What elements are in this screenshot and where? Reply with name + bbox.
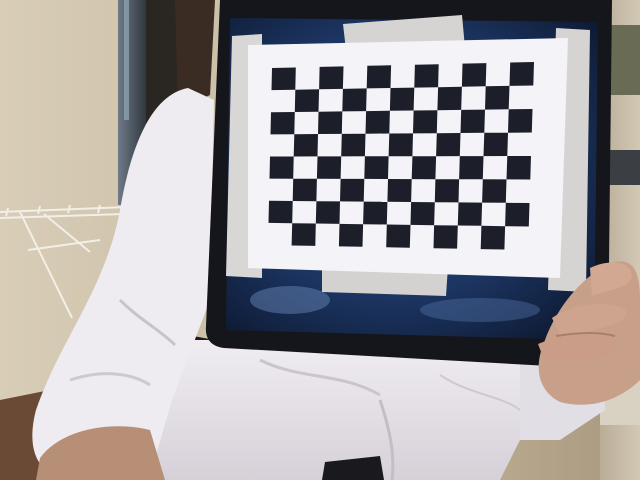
checker-square: [509, 62, 534, 86]
checker-square: [485, 85, 510, 110]
checker-square: [433, 225, 458, 249]
checker-square: [270, 112, 295, 135]
checker-square: [460, 109, 485, 133]
checker-square: [483, 132, 508, 157]
checker-square: [319, 66, 344, 90]
checker-square: [410, 202, 435, 226]
checker-square: [364, 156, 389, 179]
checker-square: [389, 87, 415, 111]
checker-square: [457, 202, 483, 226]
checker-square: [293, 134, 318, 157]
checker-square: [366, 65, 392, 89]
checker-square: [508, 109, 533, 133]
checker-square: [480, 225, 506, 250]
checker-square: [411, 156, 437, 180]
checker-square: [292, 178, 317, 202]
checker-square: [269, 156, 294, 179]
checker-square: [506, 156, 531, 180]
checker-square: [459, 156, 484, 180]
checker-square: [437, 86, 462, 111]
checker-square: [365, 110, 390, 134]
checker-square: [505, 202, 530, 227]
screen-glare-2: [420, 298, 540, 322]
checker-square: [413, 110, 438, 134]
photo-canvas: [0, 0, 640, 480]
checker-square: [482, 179, 507, 203]
checker-square: [461, 63, 487, 87]
checker-square: [291, 223, 316, 246]
checker-square: [340, 178, 365, 202]
screen-glare: [250, 286, 330, 314]
checker-square: [271, 67, 296, 91]
checker-square: [414, 64, 439, 88]
right-object: [608, 150, 640, 185]
checker-square: [341, 133, 366, 157]
checker-square: [315, 201, 340, 224]
checker-square: [318, 111, 343, 134]
checker-square: [387, 179, 412, 202]
checker-square: [363, 201, 388, 225]
checker-square: [342, 88, 367, 112]
right-shelf-items: [610, 25, 640, 95]
checker-square: [434, 179, 460, 203]
checker-square: [388, 133, 413, 157]
checker-square: [268, 200, 293, 224]
checker-square: [338, 223, 364, 247]
tablet: [205, 0, 612, 368]
checker-square: [316, 156, 342, 179]
checker-square: [386, 224, 411, 248]
checker-square: [436, 133, 461, 157]
webcam-photo: [0, 0, 640, 480]
door-highlight: [124, 0, 129, 120]
checker-square: [294, 89, 320, 112]
